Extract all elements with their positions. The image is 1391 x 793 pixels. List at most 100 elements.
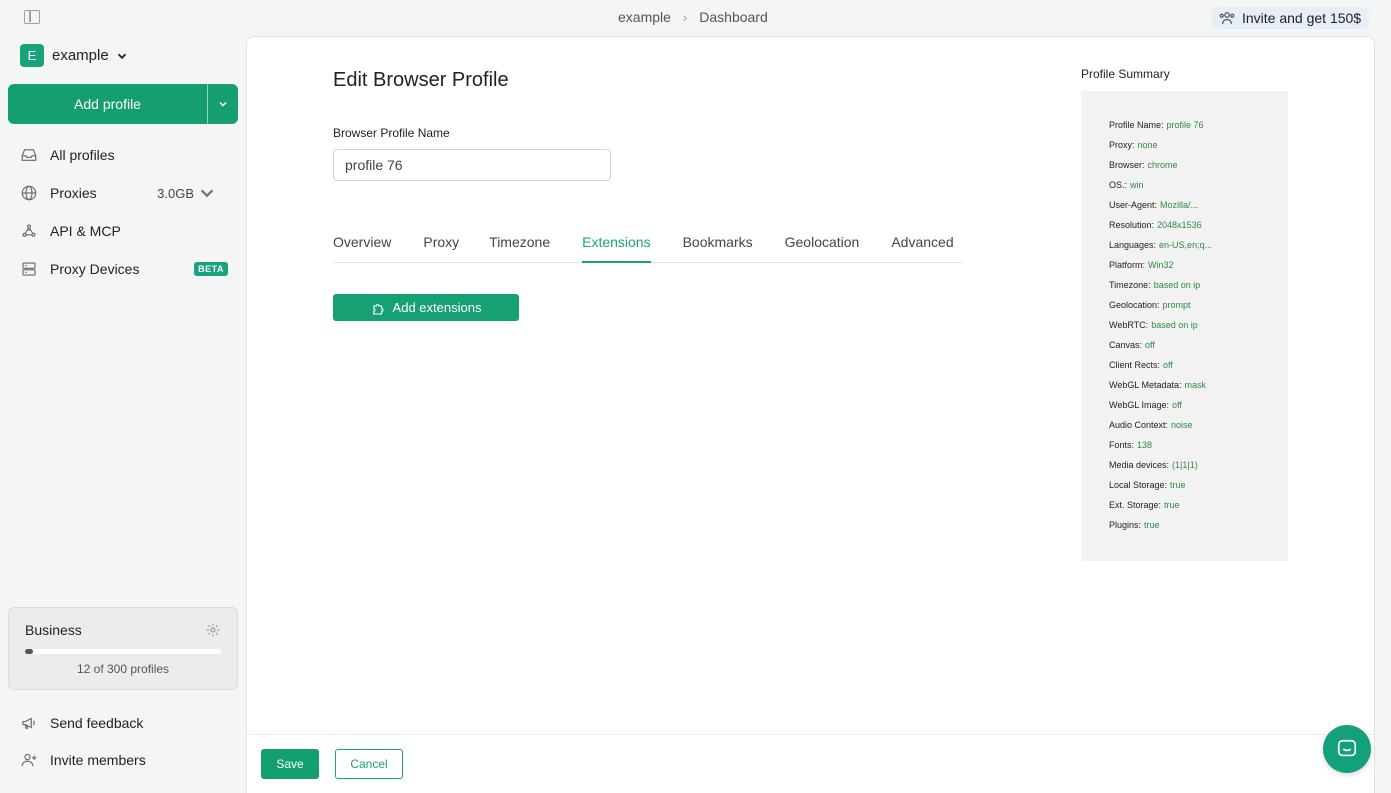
tab-bookmarks[interactable]: Bookmarks [683, 228, 753, 263]
summary-key: Ext. Storage: [1109, 500, 1162, 510]
chevron-down-icon [219, 101, 227, 107]
summary-key: WebGL Image: [1109, 400, 1170, 410]
summary-row: Browser: chrome [1109, 157, 1288, 177]
summary-value: off [1163, 360, 1173, 370]
summary-value: win [1130, 180, 1144, 190]
workspace-name: example [52, 47, 109, 64]
summary-row: Audio Context: noise [1109, 417, 1288, 437]
sidebar-item-label: Proxies [50, 185, 97, 201]
summary-row: Ext. Storage: true [1109, 497, 1288, 517]
chevron-down-icon [200, 189, 214, 198]
tab-advanced[interactable]: Advanced [891, 228, 953, 263]
tab-timezone[interactable]: Timezone [489, 228, 550, 263]
top-bar: example › Dashboard Invite and get 150$ [0, 0, 1391, 36]
summary-value: based on ip [1153, 280, 1201, 290]
summary-key: Audio Context: [1109, 420, 1169, 430]
add-extensions-button[interactable]: Add extensions [333, 294, 519, 321]
user-plus-icon [21, 753, 37, 766]
sidebar-item-label: API & MCP [50, 223, 121, 239]
sidebar-item-proxies[interactable]: Proxies 3.0GB [20, 174, 230, 212]
summary-key: Timezone: [1109, 280, 1151, 290]
summary-row: OS.: win [1109, 177, 1288, 197]
cancel-button[interactable]: Cancel [335, 749, 403, 779]
summary-value: off [1172, 400, 1182, 410]
globe-icon [21, 185, 37, 201]
summary-key: Client Rects: [1109, 360, 1161, 370]
chat-icon [1337, 739, 1357, 757]
send-feedback-link[interactable]: Send feedback [20, 704, 230, 741]
sidebar-item-label: All profiles [50, 147, 115, 163]
summary-row: Languages: en-US,en;q... [1109, 237, 1288, 257]
summary-key: Plugins: [1109, 520, 1142, 530]
sidebar-item-proxy-devices[interactable]: Proxy Devices BETA [20, 250, 230, 288]
plan-card: Business 12 of 300 profiles [8, 607, 238, 690]
summary-key: OS.: [1109, 180, 1128, 190]
profile-tabs: Overview Proxy Timezone Extensions Bookm… [333, 228, 962, 263]
workspace-switcher[interactable]: E example [20, 44, 127, 67]
summary-key: Resolution: [1109, 220, 1155, 230]
add-extensions-label: Add extensions [392, 300, 482, 315]
inbox-icon [21, 149, 37, 161]
users-icon [1219, 12, 1235, 25]
tab-geolocation[interactable]: Geolocation [785, 228, 860, 263]
sidebar-item-label: Invite members [50, 751, 146, 768]
summary-key: Local Storage: [1109, 480, 1168, 490]
summary-row: Platform: Win32 [1109, 257, 1288, 277]
sidebar-item-api-mcp[interactable]: API & MCP [20, 212, 230, 250]
chevron-down-icon [117, 53, 126, 59]
tab-extensions[interactable]: Extensions [582, 228, 651, 263]
sidebar-toggle-icon[interactable] [24, 10, 40, 24]
summary-row: Media devices: (1|1|1) [1109, 457, 1288, 477]
summary-key: Canvas: [1109, 340, 1143, 350]
summary-value: chrome [1147, 160, 1178, 170]
sidebar-item-label: Send feedback [50, 714, 144, 731]
gear-icon[interactable] [205, 622, 221, 638]
breadcrumb-workspace[interactable]: example [618, 9, 671, 25]
summary-key: Fonts: [1109, 440, 1135, 450]
profile-summary-title: Profile Summary [1081, 67, 1170, 81]
main-panel: Edit Browser Profile Browser Profile Nam… [246, 36, 1375, 793]
summary-row: Profile Name: profile 76 [1109, 117, 1288, 137]
summary-key: Geolocation: [1109, 300, 1160, 310]
footer-bar: Save Cancel [247, 734, 1374, 793]
plan-usage-text: 12 of 300 profiles [76, 662, 170, 676]
main-nav: All profiles Proxies 3.0GB API & MCP Pro… [20, 136, 230, 288]
profile-name-label: Browser Profile Name [333, 126, 450, 140]
add-profile-menu-button[interactable] [207, 84, 238, 124]
chevron-right-icon: › [682, 9, 688, 25]
invite-members-link[interactable]: Invite members [20, 741, 230, 778]
invite-button[interactable]: Invite and get 150$ [1212, 7, 1370, 29]
chat-button[interactable] [1323, 725, 1371, 773]
server-icon [22, 262, 36, 276]
summary-row: WebGL Image: off [1109, 397, 1288, 417]
summary-value: off [1145, 340, 1155, 350]
summary-value: true [1144, 520, 1160, 530]
summary-key: User-Agent: [1109, 200, 1158, 210]
summary-row: Timezone: based on ip [1109, 277, 1288, 297]
summary-value: prompt [1162, 300, 1191, 310]
summary-key: Profile Name: [1109, 120, 1164, 130]
summary-key: WebRTC: [1109, 320, 1149, 330]
summary-row: WebGL Metadata: mask [1109, 377, 1288, 397]
tab-proxy[interactable]: Proxy [423, 228, 459, 263]
profile-name-input[interactable] [333, 149, 611, 181]
page-title: Edit Browser Profile [333, 69, 509, 91]
summary-value: (1|1|1) [1172, 460, 1198, 470]
summary-row: Geolocation: prompt [1109, 297, 1288, 317]
sidebar-item-all-profiles[interactable]: All profiles [20, 136, 230, 174]
summary-value: Mozilla/... [1160, 200, 1199, 210]
plan-usage-fill [25, 649, 33, 654]
plan-name: Business [25, 622, 82, 638]
tab-overview[interactable]: Overview [333, 228, 391, 263]
add-profile-button[interactable]: Add profile [8, 84, 207, 124]
invite-label: Invite and get 150$ [1242, 10, 1362, 26]
summary-key: Languages: [1109, 240, 1157, 250]
summary-value: en-US,en;q... [1159, 240, 1213, 250]
summary-key: WebGL Metadata: [1109, 380, 1182, 390]
save-button[interactable]: Save [261, 749, 319, 779]
summary-row: Resolution: 2048x1536 [1109, 217, 1288, 237]
breadcrumb-current: Dashboard [699, 9, 768, 25]
api-icon [22, 224, 36, 237]
puzzle-icon [372, 303, 384, 315]
beta-badge: BETA [194, 262, 228, 276]
